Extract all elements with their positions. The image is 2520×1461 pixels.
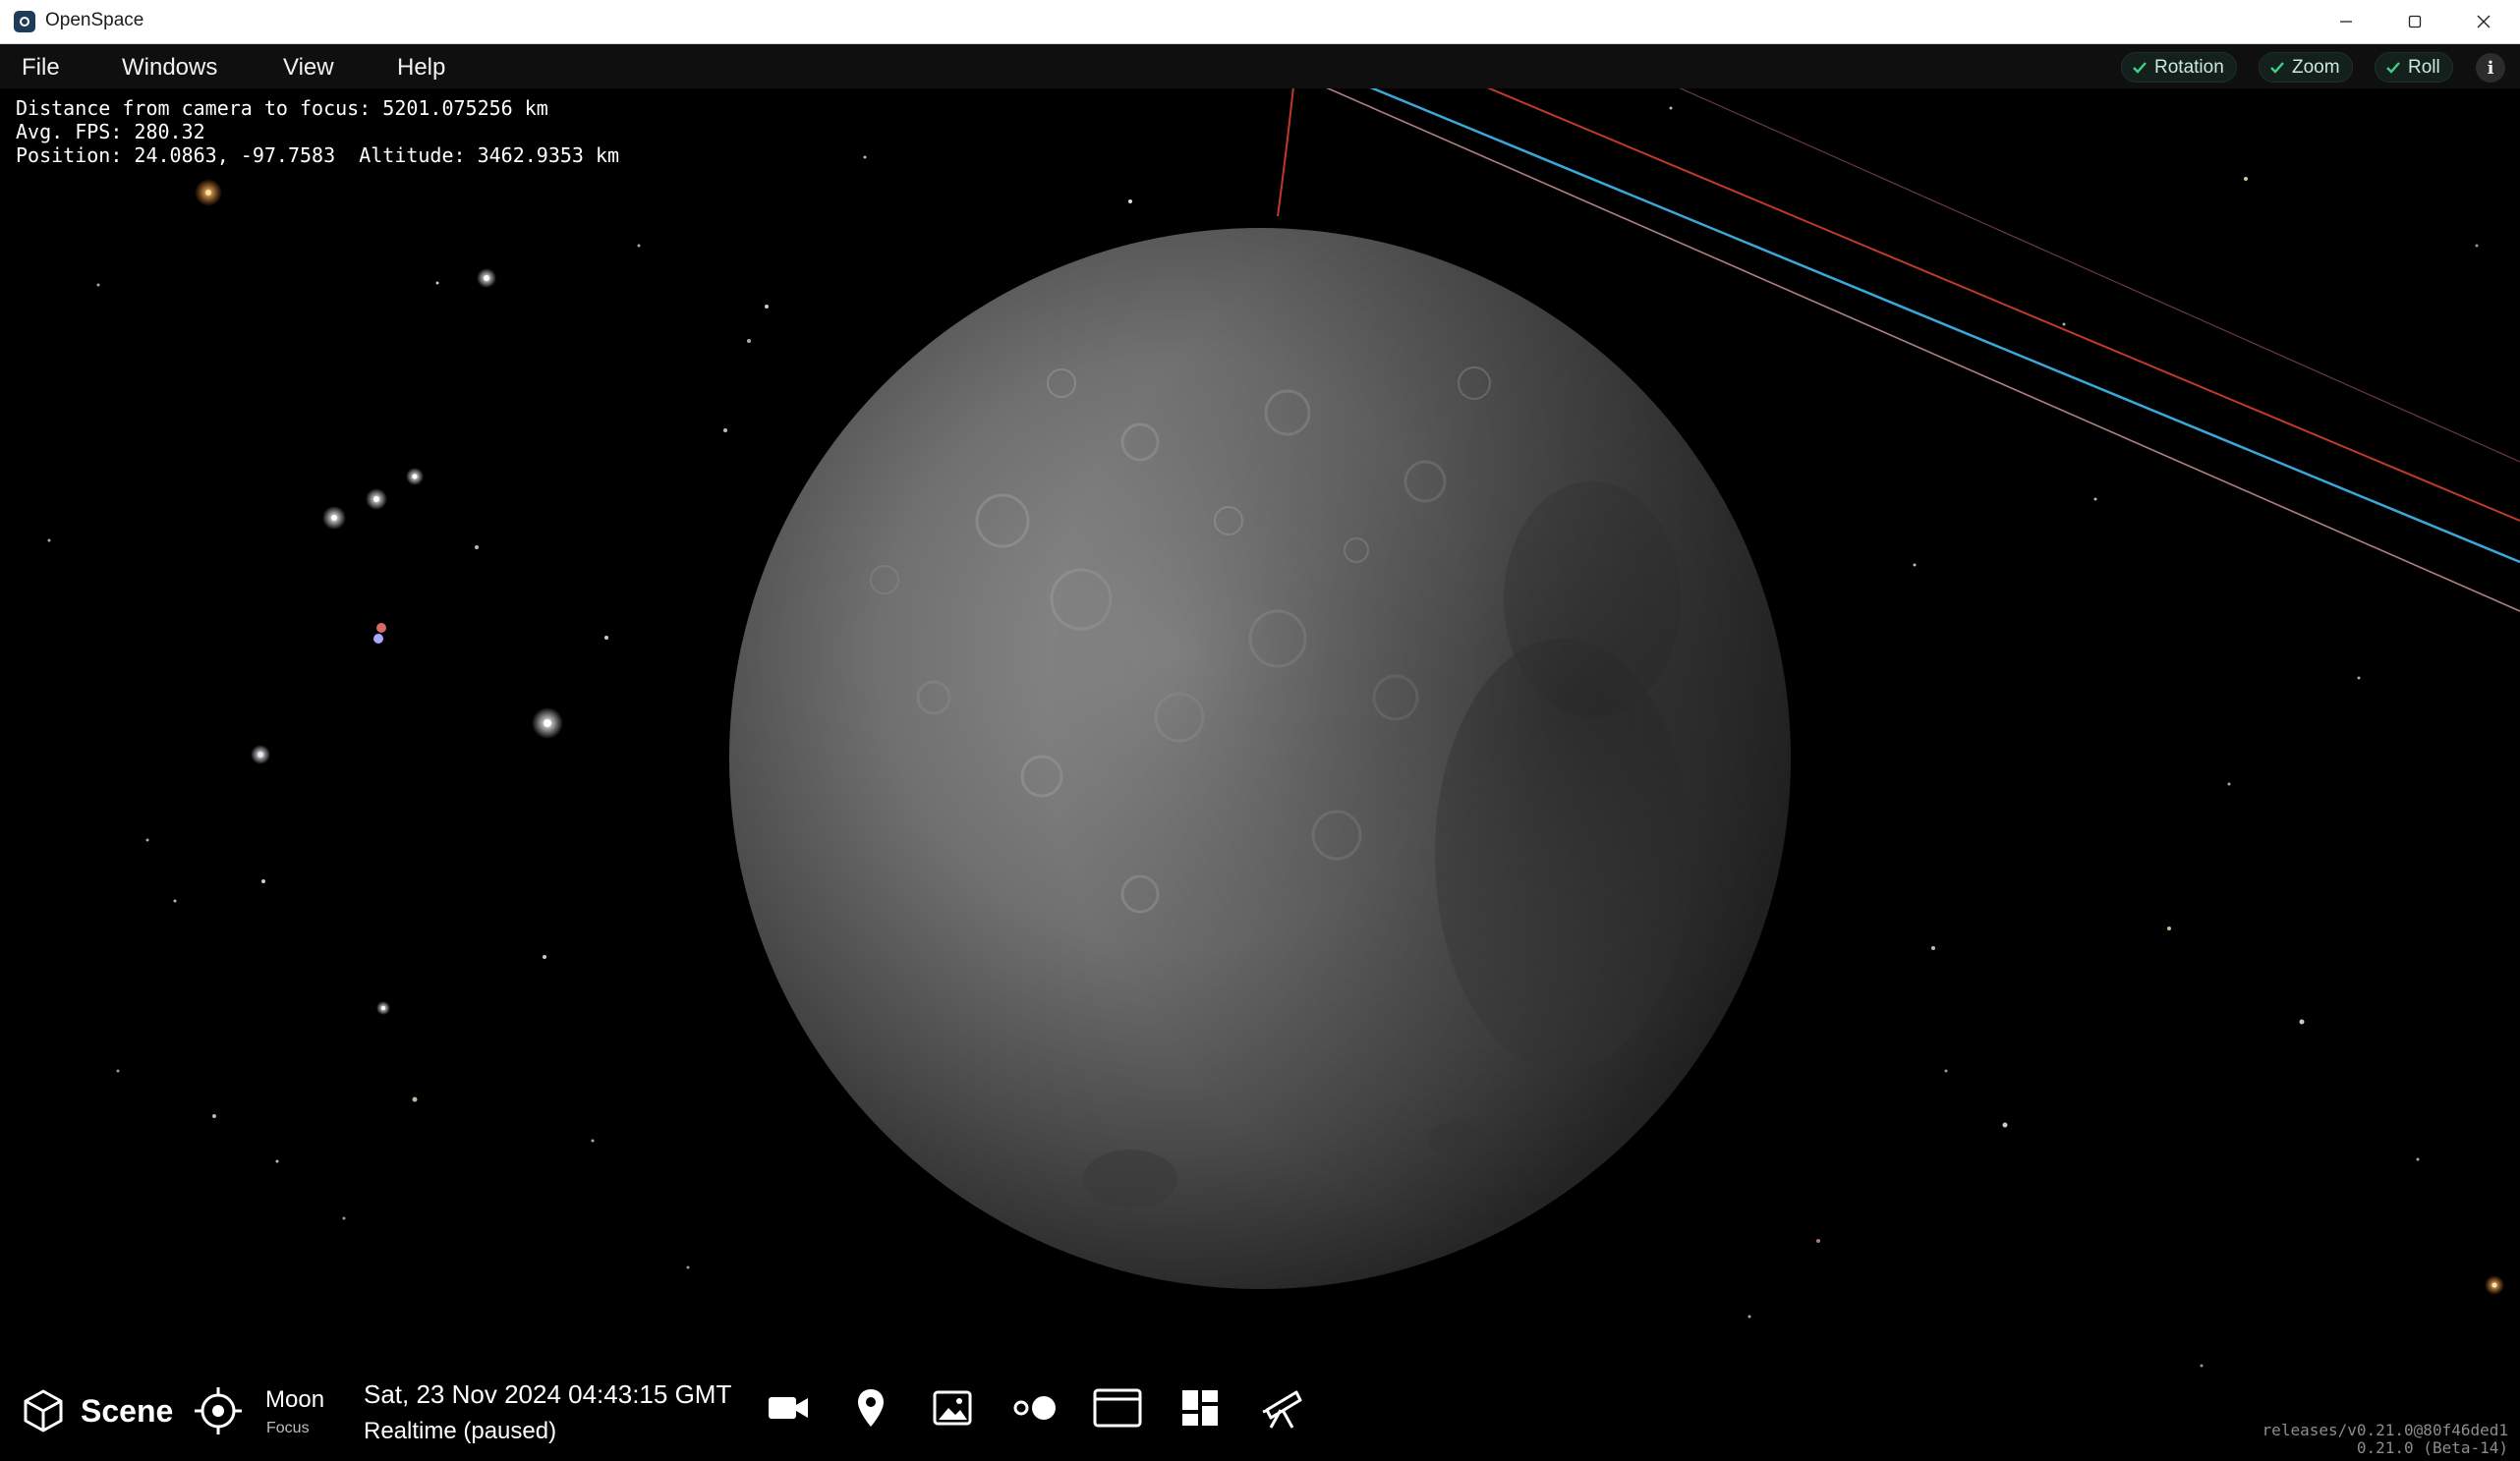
window-icon — [1093, 1388, 1142, 1428]
screenspace-renderables-button[interactable] — [928, 1383, 977, 1433]
sessions-button[interactable] — [1093, 1383, 1142, 1433]
minimize-icon — [2340, 21, 2352, 23]
time-mode[interactable]: Realtime (paused) — [364, 1418, 556, 1445]
map-pin-icon — [858, 1389, 884, 1427]
dashboard-icon — [1182, 1390, 1218, 1426]
menu-file[interactable]: File — [22, 54, 60, 82]
check-icon — [2386, 61, 2400, 74]
orbit-line — [1679, 88, 2520, 463]
dots-icon — [1013, 1396, 1056, 1420]
orbit-line — [1277, 88, 1294, 217]
camera-button[interactable] — [764, 1383, 813, 1433]
menu-help[interactable]: Help — [397, 54, 445, 82]
telescope-icon — [1262, 1390, 1302, 1429]
info-icon: i — [2487, 57, 2494, 79]
scene-label[interactable]: Scene — [81, 1393, 173, 1430]
openspace-logo-icon — [14, 11, 35, 32]
navigation-button[interactable] — [846, 1383, 895, 1433]
zoom-toggle[interactable]: Zoom — [2259, 52, 2353, 83]
crosshair-icon — [195, 1387, 242, 1434]
3d-viewport[interactable] — [0, 88, 2520, 1461]
roll-toggle-label: Roll — [2408, 56, 2440, 78]
check-icon — [2133, 61, 2147, 74]
zoom-toggle-label: Zoom — [2292, 56, 2340, 78]
menu-windows[interactable]: Windows — [122, 54, 217, 82]
focus-button[interactable] — [193, 1385, 244, 1436]
date-display[interactable]: Sat, 23 Nov 2024 04:43:15 GMT — [364, 1379, 731, 1410]
distance-readout: Distance from camera to focus: 5201.0752… — [16, 96, 548, 120]
rotation-toggle[interactable]: Rotation — [2121, 52, 2237, 83]
check-icon — [2270, 61, 2284, 74]
title-bar — [0, 0, 2520, 44]
focus-label: Focus — [266, 1420, 310, 1436]
rotation-toggle-label: Rotation — [2154, 56, 2224, 78]
space-scene — [47, 88, 2520, 1368]
window-title: OpenSpace — [45, 10, 144, 30]
camera-icon — [769, 1397, 808, 1419]
close-button[interactable] — [2449, 0, 2518, 43]
exoplanets-button[interactable] — [1010, 1383, 1060, 1433]
roll-toggle[interactable]: Roll — [2375, 52, 2453, 83]
sky-browser-button[interactable] — [1258, 1383, 1307, 1433]
image-icon — [933, 1390, 972, 1426]
maximize-button[interactable] — [2380, 0, 2449, 43]
menu-view[interactable]: View — [283, 54, 334, 82]
fps-readout: Avg. FPS: 280.32 — [16, 120, 205, 143]
maximize-icon — [2408, 15, 2422, 28]
version-branch: releases/v0.21.0@80f46ded1 — [2262, 1421, 2508, 1439]
focus-name[interactable]: Moon — [265, 1386, 324, 1414]
cube-icon — [24, 1389, 63, 1433]
version-number: 0.21.0 (Beta-14) — [2356, 1438, 2508, 1457]
actions-button[interactable] — [1175, 1383, 1225, 1433]
moon-globe — [729, 228, 1791, 1289]
close-icon — [2477, 15, 2491, 28]
minimize-button[interactable] — [2312, 0, 2380, 43]
position-readout: Position: 24.0863, -97.7583 Altitude: 34… — [16, 143, 620, 167]
scene-button[interactable] — [20, 1387, 67, 1434]
info-button[interactable]: i — [2476, 53, 2505, 83]
